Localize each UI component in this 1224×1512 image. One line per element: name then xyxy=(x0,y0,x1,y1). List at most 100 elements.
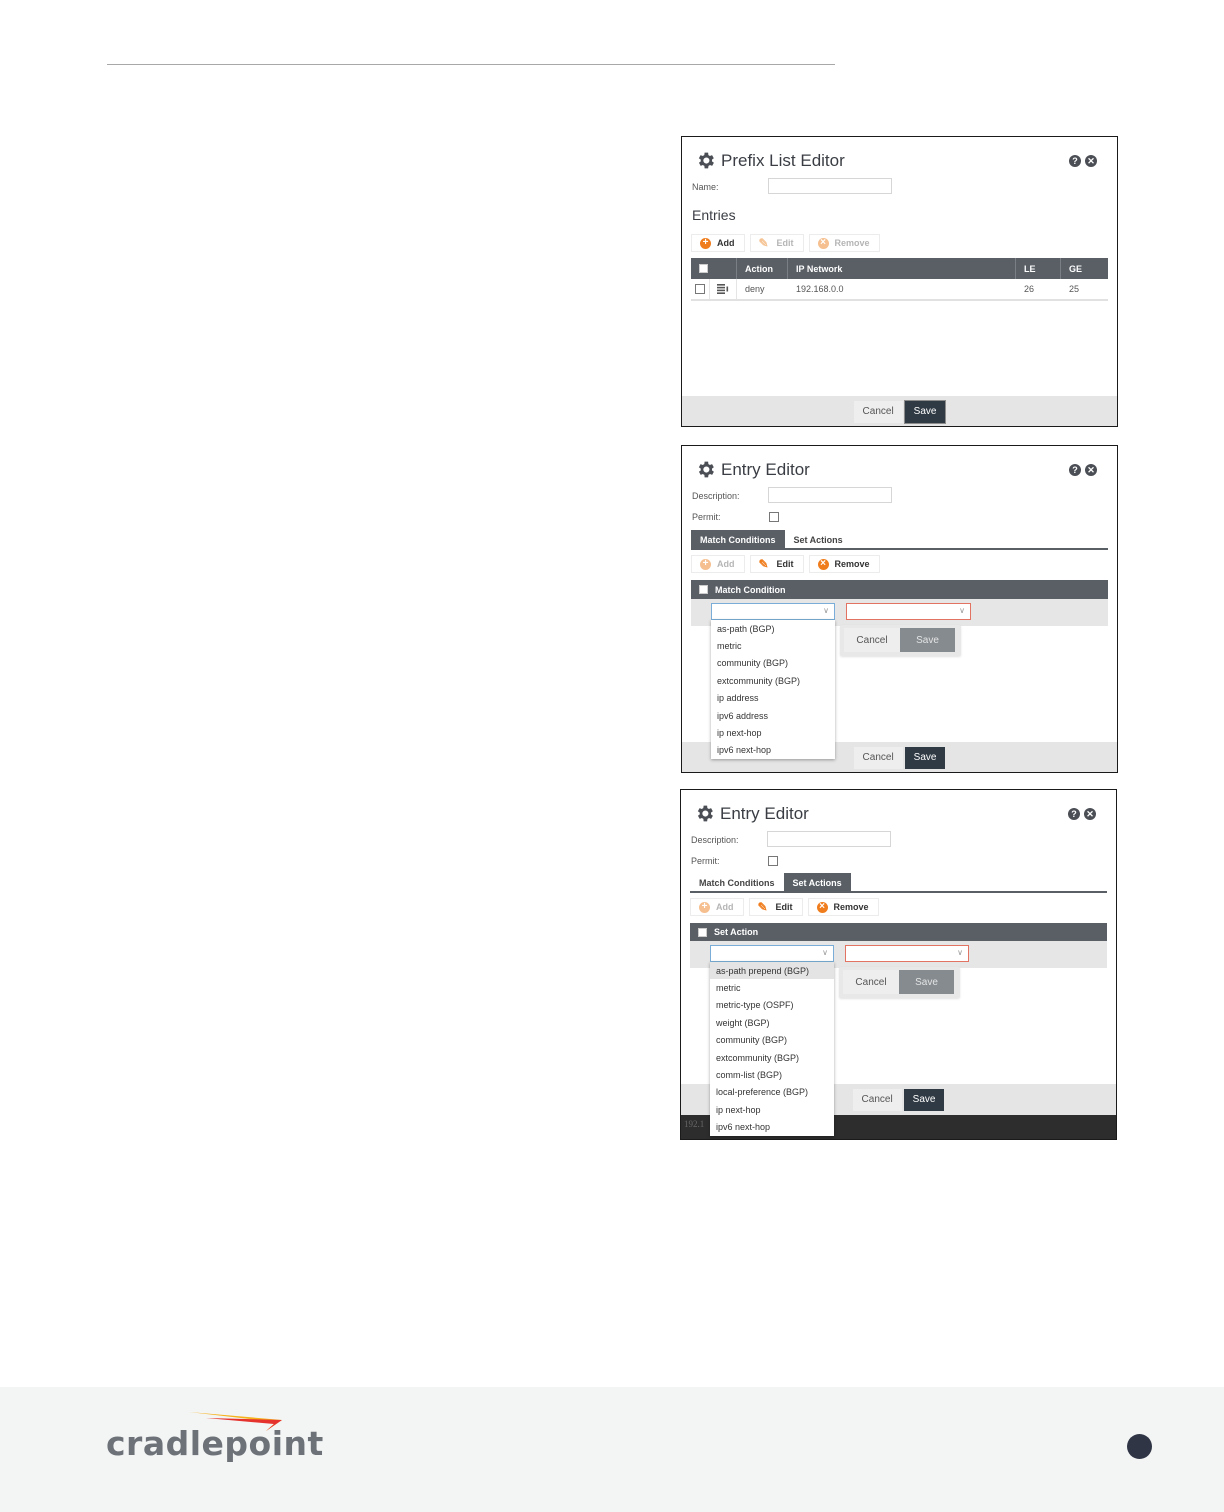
dropdown-option[interactable]: weight (BGP) xyxy=(710,1014,834,1031)
tab-match-conditions[interactable]: Match Conditions xyxy=(691,530,785,549)
tab-set-actions[interactable]: Set Actions xyxy=(785,530,852,549)
dropdown-option[interactable]: community (BGP) xyxy=(710,1032,834,1049)
permit-checkbox[interactable] xyxy=(769,512,779,522)
inline-save-button[interactable]: Save xyxy=(900,628,955,652)
description-label: Description: xyxy=(691,835,739,845)
dialog-title: Entry Editor xyxy=(695,459,810,480)
dropdown-option[interactable]: metric xyxy=(711,637,835,654)
dropdown-option-highlighted[interactable]: as-path prepend (BGP) xyxy=(710,962,834,980)
page-number-marker xyxy=(1127,1434,1152,1459)
table-row[interactable]: deny 192.168.0.0 26 25 xyxy=(691,279,1108,301)
close-icon[interactable]: ✕ xyxy=(1085,155,1097,167)
edit-button[interactable]: ✎ Edit xyxy=(748,898,803,916)
dropdown-option[interactable]: metric xyxy=(710,979,834,996)
col-ip-network[interactable]: IP Network xyxy=(788,258,1016,279)
add-button[interactable]: + Add xyxy=(691,555,745,573)
permit-checkbox[interactable] xyxy=(768,856,778,866)
tab-match-conditions[interactable]: Match Conditions xyxy=(690,873,784,892)
tab-bar: Match Conditions Set Actions xyxy=(690,873,1107,893)
dropdown-option[interactable]: extcommunity (BGP) xyxy=(710,1049,834,1066)
close-icon[interactable]: ✕ xyxy=(1084,808,1096,820)
help-icon[interactable]: ? xyxy=(1068,808,1080,820)
condition-type-select[interactable]: ∨ xyxy=(711,603,835,620)
pencil-icon: ✎ xyxy=(758,236,769,250)
permit-label: Permit: xyxy=(691,856,720,866)
dropdown-option[interactable]: ip next-hop xyxy=(710,1101,834,1118)
remove-icon: × xyxy=(816,901,828,913)
entries-table-header: Action IP Network LE GE xyxy=(691,258,1108,279)
add-label: Add xyxy=(716,902,734,912)
select-all-checkbox[interactable] xyxy=(699,264,708,273)
cell-le: 26 xyxy=(1024,284,1035,294)
edit-button[interactable]: ✎ Edit xyxy=(749,234,804,252)
remove-label: Remove xyxy=(834,559,870,569)
dropdown-option[interactable]: local-preference (BGP) xyxy=(710,1084,834,1101)
add-button[interactable]: + Add xyxy=(691,234,745,252)
condition-type-dropdown: as-path (BGP) metric community (BGP) ext… xyxy=(711,620,835,760)
chevron-down-icon: ∨ xyxy=(823,606,829,615)
save-button[interactable]: Save xyxy=(903,399,947,424)
select-all-checkbox[interactable] xyxy=(698,927,707,937)
dialog-footer: Cancel Save xyxy=(682,396,1117,426)
dropdown-option[interactable]: ip address xyxy=(711,690,835,707)
action-type-dropdown: as-path prepend (BGP) metric metric-type… xyxy=(710,962,834,1136)
description-input[interactable] xyxy=(767,831,891,847)
action-type-select[interactable]: ∨ xyxy=(710,945,834,962)
plus-icon: + xyxy=(700,237,711,249)
col-le[interactable]: LE xyxy=(1016,258,1061,279)
dropdown-option[interactable]: ipv6 next-hop xyxy=(711,742,835,759)
inline-cancel-button[interactable]: Cancel xyxy=(844,628,900,652)
set-action-header-label: Set Action xyxy=(714,927,759,937)
dropdown-option[interactable]: ipv6 next-hop xyxy=(710,1119,834,1136)
remove-button[interactable]: × Remove xyxy=(807,898,879,916)
remove-label: Remove xyxy=(833,902,869,912)
help-icon[interactable]: ? xyxy=(1069,464,1081,476)
tab-set-actions[interactable]: Set Actions xyxy=(783,873,851,892)
row-details-icon[interactable] xyxy=(717,284,729,294)
dropdown-option[interactable]: comm-list (BGP) xyxy=(710,1066,834,1083)
dropdown-option[interactable]: extcommunity (BGP) xyxy=(711,672,835,689)
name-input[interactable] xyxy=(768,178,892,194)
dropdown-option[interactable]: ipv6 address xyxy=(711,707,835,724)
chevron-down-icon: ∨ xyxy=(822,948,828,957)
cell-ge: 25 xyxy=(1069,284,1080,294)
entries-heading: Entries xyxy=(692,207,736,223)
save-button[interactable]: Save xyxy=(903,1088,945,1111)
col-action[interactable]: Action xyxy=(737,258,788,279)
help-icon[interactable]: ? xyxy=(1069,155,1081,167)
dropdown-option[interactable]: community (BGP) xyxy=(711,655,835,672)
inline-actions: Cancel Save xyxy=(839,967,960,998)
match-condition-header: Match Condition xyxy=(691,580,1108,599)
match-condition-header-label: Match Condition xyxy=(715,584,786,595)
condition-value-select[interactable]: ∨ xyxy=(846,603,971,620)
gear-icon xyxy=(697,805,713,822)
description-input[interactable] xyxy=(768,487,892,503)
dropdown-option[interactable]: ip next-hop xyxy=(711,724,835,741)
name-label: Name: xyxy=(692,182,719,192)
plus-icon: + xyxy=(700,558,711,570)
inline-cancel-button[interactable]: Cancel xyxy=(843,970,899,994)
action-value-select[interactable]: ∨ xyxy=(845,945,969,962)
chevron-down-icon: ∨ xyxy=(959,606,965,615)
gear-icon xyxy=(698,461,714,478)
cancel-button[interactable]: Cancel xyxy=(853,400,903,423)
inline-save-button[interactable]: Save xyxy=(899,970,954,994)
edit-button[interactable]: ✎ Edit xyxy=(749,555,804,573)
row-checkbox[interactable] xyxy=(695,284,705,294)
remove-button[interactable]: × Remove xyxy=(808,234,880,252)
dropdown-option[interactable]: metric-type (OSPF) xyxy=(710,997,834,1014)
entry-editor-match-dialog: Entry Editor ? ✕ Description: Permit: Ma… xyxy=(681,445,1118,773)
dialog-title: Entry Editor xyxy=(694,803,809,824)
edit-label: Edit xyxy=(776,559,794,569)
remove-button[interactable]: × Remove xyxy=(808,555,880,573)
cancel-button[interactable]: Cancel xyxy=(852,1088,902,1111)
save-button[interactable]: Save xyxy=(904,746,946,769)
edit-label: Edit xyxy=(776,238,794,248)
logo-wordmark: cradlepoint xyxy=(106,1424,324,1463)
cancel-button[interactable]: Cancel xyxy=(853,746,903,769)
col-ge[interactable]: GE xyxy=(1061,258,1108,279)
dropdown-option[interactable]: as-path (BGP) xyxy=(711,620,835,637)
add-button[interactable]: + Add xyxy=(690,898,744,916)
select-all-checkbox[interactable] xyxy=(699,585,708,594)
close-icon[interactable]: ✕ xyxy=(1085,464,1097,476)
